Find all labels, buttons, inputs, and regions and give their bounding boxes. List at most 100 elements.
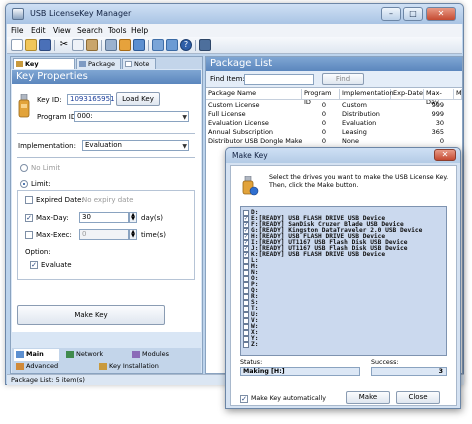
tab-key-properties[interactable]: Key Properties bbox=[13, 58, 75, 78]
tab-key-installation[interactable]: Key Installation bbox=[97, 361, 187, 373]
exit-icon[interactable] bbox=[199, 39, 211, 51]
find-button[interactable]: Find bbox=[322, 73, 364, 85]
menu-view[interactable]: View bbox=[53, 26, 71, 35]
package-list-header: Package List bbox=[206, 57, 462, 71]
report-icon[interactable] bbox=[152, 39, 164, 51]
tab-note-label: Note bbox=[134, 60, 150, 68]
close-button[interactable]: ✕ bbox=[426, 7, 456, 21]
make-key-button[interactable]: Make Key bbox=[17, 305, 165, 325]
table-cell: 0 bbox=[321, 101, 326, 109]
status-value: Making [H:] bbox=[240, 367, 360, 376]
max-day-checkbox[interactable]: ✓ bbox=[25, 214, 33, 222]
table-cell[interactable]: Full License bbox=[208, 110, 302, 119]
max-day-input[interactable]: 30 bbox=[79, 212, 129, 223]
limit-radio[interactable] bbox=[20, 180, 28, 188]
menu-search[interactable]: Search bbox=[77, 26, 103, 35]
tab-main[interactable]: Main bbox=[14, 349, 59, 361]
modules-icon bbox=[132, 351, 140, 358]
package-icon bbox=[79, 61, 86, 67]
column-header[interactable]: Program ID bbox=[302, 89, 340, 106]
dialog-close-button[interactable]: ✕ bbox=[434, 149, 456, 161]
tab-modules[interactable]: Modules bbox=[130, 349, 190, 361]
column-header[interactable]: M bbox=[454, 89, 462, 99]
limit-group: Expired Date: No expiry date ✓ Max-Day: … bbox=[17, 190, 195, 280]
maximize-button[interactable]: □ bbox=[403, 7, 423, 21]
find-row: Find Item: Find bbox=[206, 71, 462, 88]
menu-tools[interactable]: Tools bbox=[108, 26, 126, 35]
program-id-value: 000: bbox=[77, 112, 93, 120]
dialog-close-text-button[interactable]: Close bbox=[396, 391, 440, 404]
max-exec-stepper[interactable]: ▲ ▼ bbox=[129, 229, 137, 240]
make-button[interactable]: Make bbox=[346, 391, 390, 404]
expired-date-checkbox[interactable] bbox=[25, 196, 33, 204]
column-header[interactable]: Package Name bbox=[206, 89, 302, 99]
evaluate-checkbox[interactable]: ✓ bbox=[30, 261, 38, 269]
minimize-button[interactable]: – bbox=[381, 7, 401, 21]
max-day-unit: day(s) bbox=[141, 214, 163, 222]
tab-key-installation-label: Key Installation bbox=[109, 362, 159, 370]
tab-advanced[interactable]: Advanced bbox=[14, 361, 84, 373]
implementation-select[interactable]: Evaluation ▼ bbox=[82, 140, 189, 151]
auto-make-checkbox[interactable]: ✓ bbox=[240, 395, 248, 403]
dialog-title-bar[interactable]: Make Key ✕ bbox=[226, 148, 460, 163]
tab-package[interactable]: Package bbox=[76, 58, 121, 69]
toolbar: ✂ ? bbox=[7, 37, 462, 54]
max-exec-label: Max-Exec: bbox=[36, 231, 72, 239]
menu-edit[interactable]: Edit bbox=[31, 26, 46, 35]
load-key-button[interactable]: Load Key bbox=[116, 92, 160, 106]
toolbar-separator bbox=[195, 40, 196, 51]
table-cell: 0 bbox=[321, 119, 326, 127]
bottom-tabs: Main Network Modules Advanced Key Instal… bbox=[12, 348, 201, 373]
tab-note[interactable]: Note bbox=[122, 58, 156, 69]
menu-file[interactable]: File bbox=[11, 26, 24, 35]
find-item-input[interactable] bbox=[244, 74, 314, 85]
help-icon[interactable]: ? bbox=[180, 39, 192, 51]
no-limit-radio[interactable] bbox=[20, 164, 28, 172]
properties-icon[interactable] bbox=[133, 39, 145, 51]
menu-help[interactable]: Help bbox=[131, 26, 148, 35]
usb-key-icon[interactable] bbox=[119, 39, 131, 51]
title-bar[interactable]: USB LicenseKey Manager – □ ✕ bbox=[6, 4, 463, 24]
toolbar-separator bbox=[148, 40, 149, 51]
status-label: Status: bbox=[240, 359, 263, 366]
table-cell: 0 bbox=[321, 137, 326, 145]
drive-list[interactable]: D: ✓ E:[READY] USB FLASH DRIVE USB Device… bbox=[240, 206, 447, 356]
table-cell: Evaluation bbox=[342, 119, 377, 127]
column-header[interactable]: Max-Day bbox=[424, 89, 454, 106]
table-cell[interactable]: Custom License bbox=[208, 101, 302, 110]
max-day-stepper[interactable]: ▲ ▼ bbox=[129, 212, 137, 223]
drive-checkbox[interactable] bbox=[243, 342, 249, 348]
table-cell[interactable]: Distributor USB Dongle Maker bbox=[208, 137, 302, 146]
column-header[interactable]: Implementation bbox=[340, 89, 394, 99]
key-properties-header: Key Properties bbox=[12, 70, 201, 84]
column-header[interactable]: Exp-Date bbox=[391, 89, 424, 99]
max-exec-input[interactable]: 0 bbox=[79, 229, 129, 240]
program-id-select[interactable]: 000: ▼ bbox=[74, 111, 189, 122]
new-file-icon[interactable] bbox=[11, 39, 23, 51]
table-cell[interactable]: Annual Subscription bbox=[208, 128, 302, 137]
toolbar-separator bbox=[101, 40, 102, 51]
tab-network[interactable]: Network bbox=[64, 349, 124, 361]
max-exec-checkbox[interactable] bbox=[25, 231, 33, 239]
table-cell: 0 bbox=[321, 110, 326, 118]
open-folder-icon[interactable] bbox=[25, 39, 37, 51]
tab-network-label: Network bbox=[76, 350, 104, 358]
key-id-field[interactable]: 1093165951 bbox=[67, 94, 115, 105]
table-cell: 365 bbox=[431, 128, 444, 136]
table-cell: Leasing bbox=[342, 128, 367, 136]
max-exec-unit: time(s) bbox=[141, 231, 166, 239]
table-cell[interactable]: Evaluation License bbox=[208, 119, 302, 128]
print-icon[interactable] bbox=[105, 39, 117, 51]
list-icon[interactable] bbox=[166, 39, 178, 51]
dialog-instructions: Select the drives you want to make the U… bbox=[269, 174, 448, 190]
paste-icon[interactable] bbox=[86, 39, 98, 51]
dialog-body: Select the drives you want to make the U… bbox=[230, 165, 457, 406]
save-icon[interactable] bbox=[39, 39, 51, 51]
cut-icon[interactable]: ✂ bbox=[58, 39, 70, 51]
network-icon bbox=[66, 351, 74, 358]
dialog-title: Make Key bbox=[232, 151, 268, 160]
table-cell: 30 bbox=[435, 119, 444, 127]
no-limit-label: No Limit bbox=[31, 164, 61, 172]
copy-icon[interactable] bbox=[72, 39, 84, 51]
make-key-dialog: Make Key ✕ Select the drives you want to… bbox=[225, 147, 461, 409]
